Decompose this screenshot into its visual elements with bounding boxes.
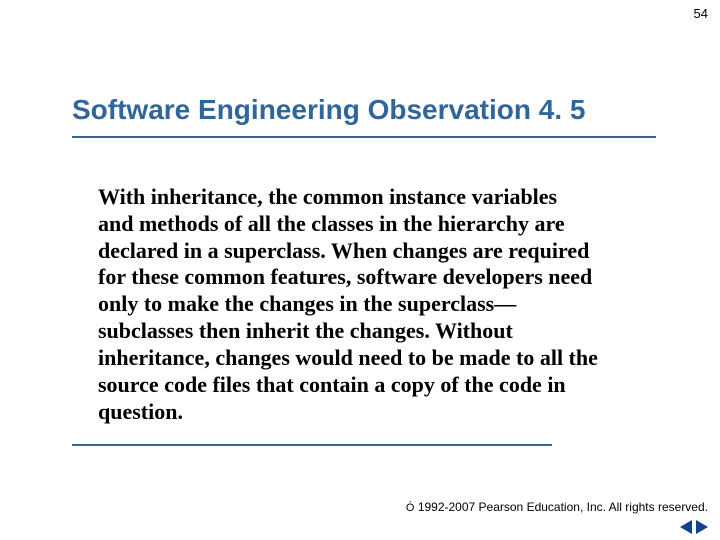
next-slide-icon[interactable]: [696, 520, 708, 534]
page-number: 54: [694, 6, 708, 21]
bottom-rule: [72, 444, 552, 446]
body-text: With inheritance, the common instance va…: [98, 184, 598, 425]
footer-text: 1992-2007 Pearson Education, Inc. All ri…: [414, 500, 708, 514]
title-rule: [72, 136, 656, 138]
nav-arrows: [680, 520, 708, 534]
footer-copyright: Ó 1992-2007 Pearson Education, Inc. All …: [406, 500, 708, 514]
prev-slide-icon[interactable]: [680, 520, 692, 534]
slide-title: Software Engineering Observation 4. 5: [72, 94, 585, 126]
